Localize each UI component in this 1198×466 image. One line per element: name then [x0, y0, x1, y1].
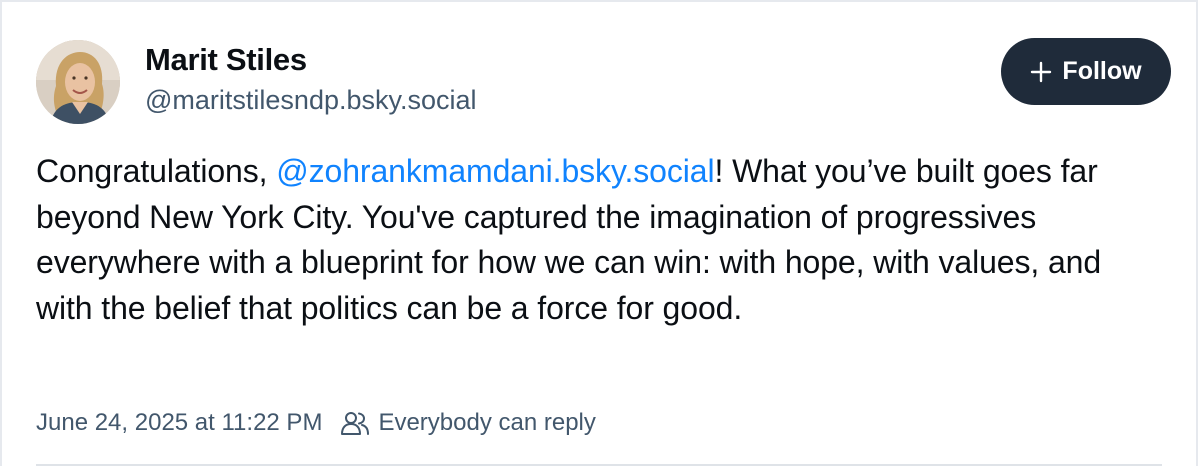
reply-setting-label: Everybody can reply [378, 409, 596, 436]
author-display-name[interactable]: Marit Stiles [145, 42, 307, 78]
post-card: Marit Stiles @maritstilesndp.bsky.social… [0, 0, 1198, 466]
avatar-image [36, 40, 120, 124]
follow-button-label: Follow [1062, 57, 1142, 85]
mention-link[interactable]: @zohrankmamdani.bsky.social [276, 153, 714, 189]
post-meta: June 24, 2025 at 11:22 PM Everybody can … [36, 409, 596, 437]
follow-button[interactable]: Follow [1001, 38, 1171, 105]
people-icon [340, 410, 370, 436]
plus-icon [1030, 61, 1052, 83]
post-timestamp[interactable]: June 24, 2025 at 11:22 PM [36, 409, 322, 437]
author-avatar[interactable] [36, 40, 120, 124]
post-text: Congratulations, @zohrankmamdani.bsky.so… [36, 149, 1166, 331]
post-text-intro: Congratulations, [36, 153, 277, 189]
author-handle[interactable]: @maritstilesndp.bsky.social [145, 85, 477, 116]
